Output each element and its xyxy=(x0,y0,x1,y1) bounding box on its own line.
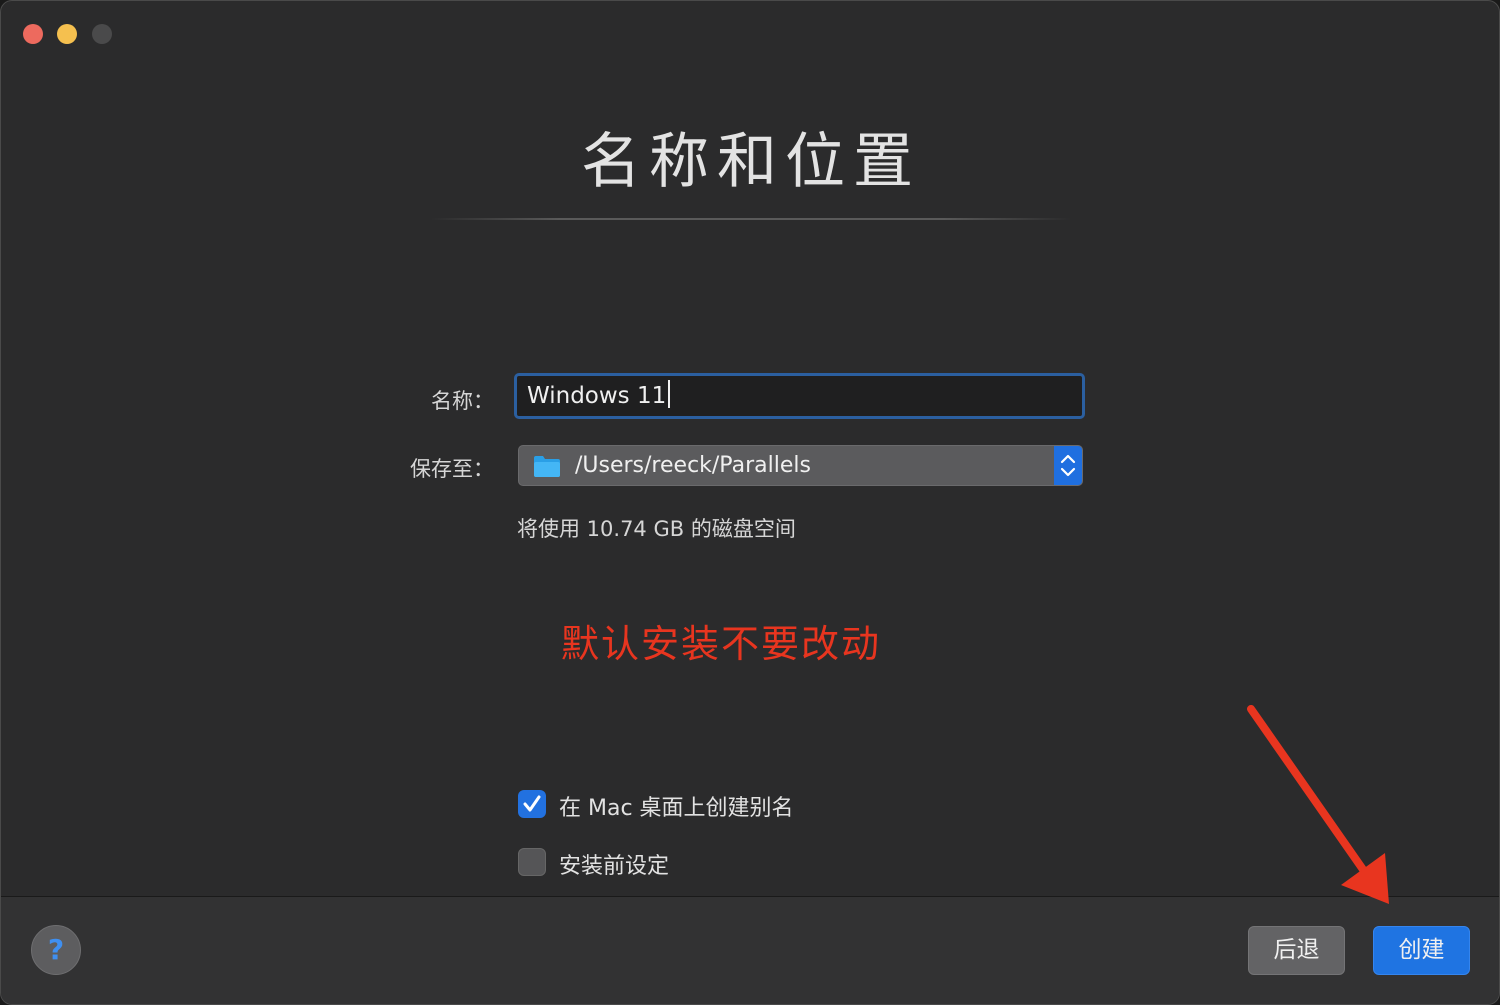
checkmark-icon xyxy=(523,795,541,812)
create-button[interactable]: 创建 xyxy=(1373,926,1470,975)
disk-usage-note: 将使用 10.74 GB 的磁盘空间 xyxy=(517,517,796,541)
back-button[interactable]: 后退 xyxy=(1248,926,1345,975)
dialog-window: 名称和位置 名称： Windows 11 保存至： /Users/reeck/P… xyxy=(0,0,1500,1005)
save-path-value: /Users/reeck/Parallels xyxy=(575,453,811,478)
save-location-select[interactable]: /Users/reeck/Parallels xyxy=(518,445,1083,486)
dialog-footer: ? 后退 创建 xyxy=(1,896,1499,1004)
create-alias-checkbox[interactable] xyxy=(518,790,546,818)
close-window-button[interactable] xyxy=(23,24,43,44)
folder-icon xyxy=(534,456,560,477)
help-button[interactable]: ? xyxy=(31,925,81,975)
annotation-text: 默认安装不要改动 xyxy=(561,622,882,666)
create-alias-label[interactable]: 在 Mac 桌面上创建别名 xyxy=(559,790,794,822)
page-title: 名称和位置 xyxy=(581,127,921,197)
name-input-value: Windows 11 xyxy=(527,383,667,409)
name-label: 名称： xyxy=(431,389,494,413)
save-to-label: 保存至： xyxy=(410,457,494,481)
customize-before-install-label[interactable]: 安装前设定 xyxy=(559,848,669,880)
text-caret xyxy=(668,380,671,408)
title-divider xyxy=(431,218,1071,220)
zoom-window-button[interactable] xyxy=(92,24,112,44)
chevron-up-down-icon[interactable] xyxy=(1054,446,1082,485)
customize-before-install-checkbox[interactable] xyxy=(518,848,546,876)
name-input[interactable]: Windows 11 xyxy=(514,373,1085,419)
minimize-window-button[interactable] xyxy=(57,24,77,44)
